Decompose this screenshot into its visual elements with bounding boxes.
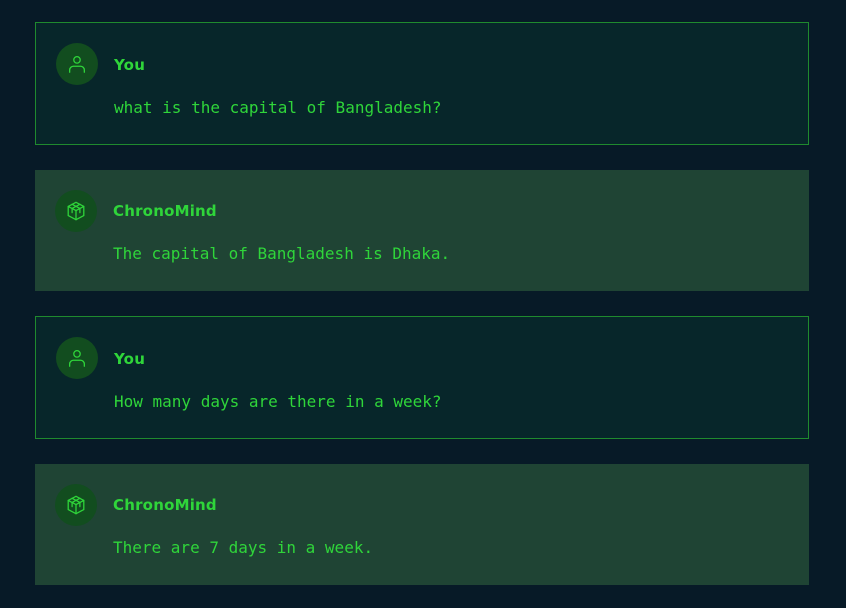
chat-transcript: You what is the capital of Bangladesh? C… [0,0,846,608]
cube-icon [65,494,87,516]
sender-name: ChronoMind [113,202,217,220]
user-icon [66,347,88,369]
message-text: The capital of Bangladesh is Dhaka. [113,244,451,263]
sender-name: You [114,56,146,74]
avatar [56,43,98,85]
chat-message-user: You what is the capital of Bangladesh? [35,22,809,145]
cube-icon [65,200,87,222]
sender-name: ChronoMind [113,496,217,514]
chat-message-bot: ChronoMind The capital of Bangladesh is … [35,170,809,291]
avatar [55,484,97,526]
chat-message-bot: ChronoMind There are 7 days in a week. [35,464,809,585]
sender-name: You [114,350,146,368]
user-icon [66,53,88,75]
avatar [55,190,97,232]
message-text: There are 7 days in a week. [113,538,374,557]
message-text: what is the capital of Bangladesh? [114,98,442,117]
chat-message-user: You How many days are there in a week? [35,316,809,439]
message-text: How many days are there in a week? [114,392,442,411]
avatar [56,337,98,379]
